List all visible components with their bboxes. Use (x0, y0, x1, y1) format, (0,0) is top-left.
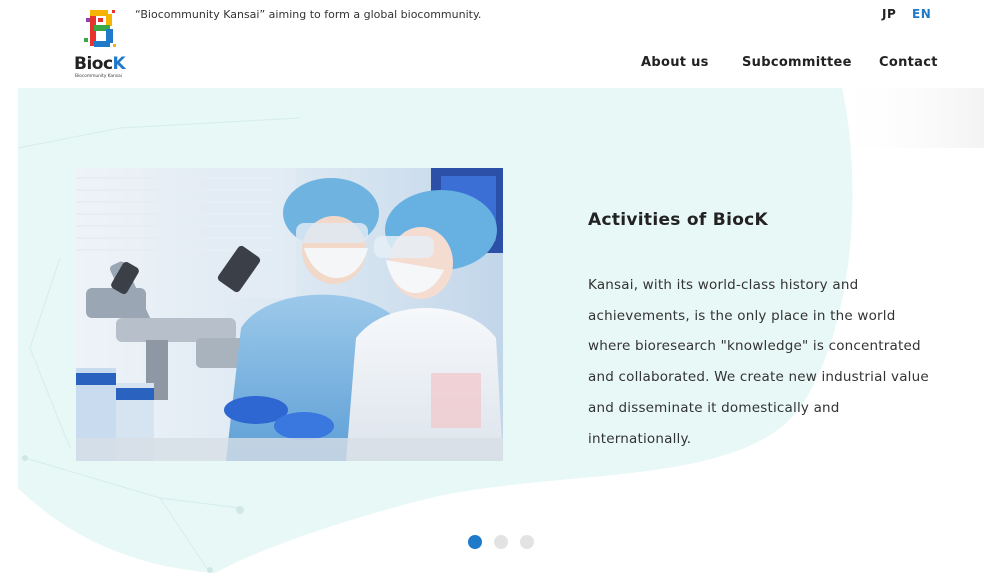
language-en-link[interactable]: EN (912, 7, 931, 21)
nav-contact[interactable]: Contact (879, 55, 938, 70)
logo-wordmark: BiocK (74, 54, 126, 74)
biock-logo[interactable]: BiocK Biocommunity Kansai (74, 8, 130, 80)
lab-photo-illustration (76, 168, 503, 461)
lab-researchers-photo (76, 168, 503, 461)
hero-text-line: internationally. (588, 430, 692, 447)
slider-dot-2[interactable] (494, 535, 508, 549)
nav-about-us[interactable]: About us (641, 55, 709, 70)
nav-subcommittee[interactable]: Subcommittee (742, 55, 852, 70)
hero-text-line: achievements, is the only place in the w… (588, 307, 896, 324)
hero-text-line: and collaborated. We create new industri… (588, 369, 929, 386)
site-header: BiocK Biocommunity Kansai “Biocommunity … (0, 0, 984, 88)
hero-text-line: and disseminate it domestically and (588, 399, 840, 416)
hero-text-line: where bioresearch "knowledge" is concent… (588, 338, 921, 355)
logo-mark-icon (84, 10, 116, 47)
site-tagline: “Biocommunity Kansai” aiming to form a g… (135, 8, 482, 21)
hero-text-line: Kansai, with its world-class history and (588, 277, 859, 293)
logo-subtitle: Biocommunity Kansai (75, 74, 122, 79)
language-jp-link[interactable]: JP (882, 7, 896, 21)
hero-title: Activities of BiocK (588, 210, 769, 230)
hero-slider: Activities of BiocK Kansai, with its wor… (0, 88, 984, 573)
slider-dot-1[interactable] (468, 535, 482, 549)
hero-description: Kansai, with its world-class history and… (588, 270, 938, 454)
slider-dot-3[interactable] (520, 535, 534, 549)
slider-pagination (468, 535, 538, 549)
